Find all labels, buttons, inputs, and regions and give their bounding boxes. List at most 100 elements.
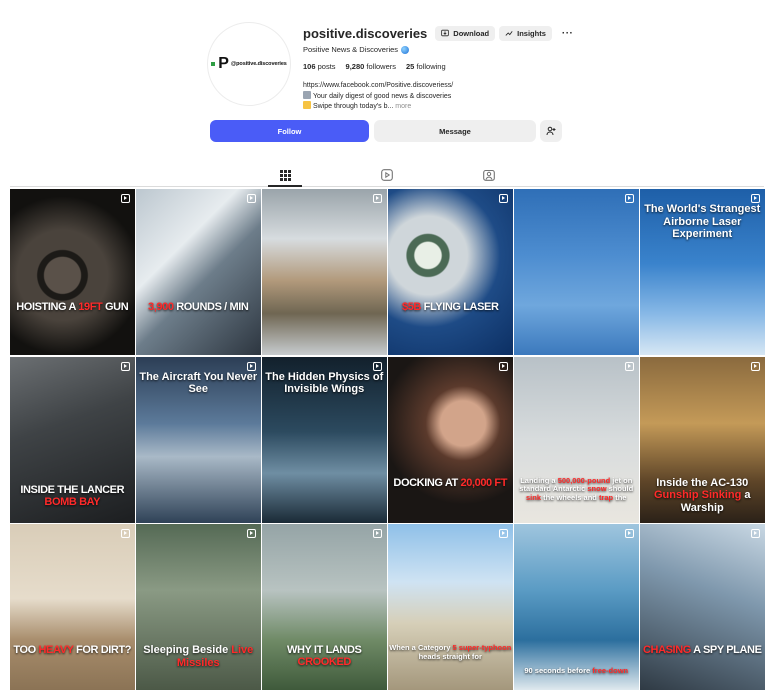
post-tile[interactable]: The Hidden Physics of Invisible Wings <box>262 356 387 523</box>
reel-icon <box>120 529 130 538</box>
post-tile[interactable]: Chasing a spy plane <box>640 524 765 690</box>
reel-icon <box>750 194 760 203</box>
display-name: Positive News & Discoveries <box>303 45 603 54</box>
caption-text: the <box>613 492 627 502</box>
following-count: 25 <box>406 62 415 71</box>
active-tab-indicator <box>268 185 302 187</box>
follow-button[interactable]: Follow <box>210 120 369 142</box>
post-tile[interactable]: Inside the AC-130 Gunship Sinking a Wars… <box>640 356 765 523</box>
logo-mark: P <box>218 55 229 72</box>
globe-icon <box>401 45 410 54</box>
post-tile[interactable] <box>262 189 387 355</box>
followers-count: 9,280 <box>345 62 365 71</box>
username: positive.discoveries <box>303 25 428 41</box>
caption-text: rounds / min <box>173 301 249 313</box>
caption-text: Inside the AC-130 <box>656 476 749 489</box>
post-tile[interactable]: 3,900 rounds / min <box>136 189 261 355</box>
post-tile[interactable]: Too heavy for dirt? <box>10 524 135 690</box>
newspaper-icon <box>303 90 311 99</box>
post-tile[interactable]: Landing a 500,000-pound jet on standard … <box>514 356 639 523</box>
reel-icon <box>498 361 508 371</box>
post-tile[interactable]: The World's Strangest Airborne Laser Exp… <box>640 189 765 355</box>
post-tile[interactable]: The Aircraft You Never See <box>136 356 261 523</box>
followers-label: followers <box>366 62 397 71</box>
caption-highlight: $5B <box>402 301 421 313</box>
reel-icon <box>120 361 130 371</box>
following-label: following <box>416 62 446 71</box>
caption-text: flying laser <box>420 301 499 313</box>
post-caption: Why it lands crooked <box>262 644 387 668</box>
following-stat[interactable]: 25 following <box>406 62 446 71</box>
avatar-handle: @positive.discoveries <box>230 61 287 67</box>
post-grid: Hoisting a 19ft gun 3,900 rounds / min $5B… <box>10 189 765 690</box>
reel-icon <box>372 529 382 538</box>
post-caption: The World's Strangest Airborne Laser Exp… <box>640 203 765 241</box>
post-tile[interactable] <box>514 189 639 355</box>
tab-tagged[interactable] <box>482 168 496 182</box>
post-tile[interactable]: Docking at 20,000 ft <box>388 356 513 523</box>
caption-highlight: crooked <box>297 656 352 669</box>
post-tile[interactable]: Hoisting a 19ft gun <box>10 189 135 355</box>
posts-label: posts <box>317 62 336 71</box>
reel-icon <box>624 361 634 371</box>
caption-text: the wheels and <box>541 492 599 502</box>
message-button[interactable]: Message <box>374 120 536 142</box>
post-tile[interactable]: Why it lands crooked <box>262 524 387 690</box>
caption-text: The World's Strangest Airborne Laser Exp… <box>644 203 761 241</box>
reel-icon <box>246 361 256 371</box>
reel-icon <box>372 361 382 371</box>
caption-highlight: 3,900 <box>148 301 174 313</box>
reel-icon <box>498 194 508 203</box>
caption-text: Inside the Lancer <box>20 484 125 497</box>
pointing-hand-icon <box>303 101 311 109</box>
insights-icon <box>505 31 513 36</box>
reel-icon <box>246 194 256 203</box>
posts-count: 106 <box>303 62 316 71</box>
tab-reels[interactable] <box>380 168 394 182</box>
suggested-accounts-button[interactable] <box>540 120 562 142</box>
display-name-text: Positive News & Discoveries <box>303 45 399 54</box>
caption-text: 90 seconds before <box>524 666 593 676</box>
followers-stat[interactable]: 9,280 followers <box>346 62 396 71</box>
caption-text: gun <box>102 301 129 313</box>
reel-icon <box>624 529 634 538</box>
posts-stat[interactable]: 106 posts <box>303 62 336 71</box>
tabs-divider <box>10 186 764 187</box>
post-caption: Sleeping Beside Live Missiles <box>136 644 261 669</box>
caption-text: Sleeping Beside <box>143 644 232 656</box>
caption-text: Too <box>13 644 39 656</box>
caption-text: heads straight for <box>418 651 482 661</box>
caption-highlight: Chasing <box>642 644 691 656</box>
post-tile[interactable]: Inside the Lancer bomb bay <box>10 356 135 523</box>
caption-highlight: 19ft <box>78 301 103 313</box>
bio-more-link[interactable]: more <box>395 103 411 110</box>
download-icon <box>441 29 450 37</box>
reel-icon <box>498 529 508 538</box>
caption-highlight: heavy <box>38 644 74 656</box>
post-caption: $5B flying laser <box>388 301 513 313</box>
post-caption: Chasing a spy plane <box>640 644 765 656</box>
reel-icon <box>372 194 382 203</box>
tab-posts[interactable] <box>278 168 292 182</box>
caption-text: a spy plane <box>690 644 762 656</box>
caption-text: Why it lands <box>287 644 362 656</box>
post-tile[interactable]: When a Category 5 super-typhoon heads st… <box>388 524 513 690</box>
post-caption: Docking at 20,000 ft <box>388 477 513 489</box>
post-caption: 90 seconds before free-down <box>514 667 639 676</box>
profile-info: positive.discoveries Download Insights ·… <box>303 24 603 112</box>
caption-highlight: trap <box>598 492 614 502</box>
download-button[interactable]: Download <box>435 25 496 41</box>
post-caption: Too heavy for dirt? <box>10 644 135 656</box>
post-caption: Inside the AC-130 Gunship Sinking a Wars… <box>640 477 765 515</box>
insights-button[interactable]: Insights <box>499 25 552 41</box>
caption-highlight: Gunship <box>653 489 699 502</box>
reels-icon <box>381 169 393 181</box>
more-options-icon[interactable]: ··· <box>562 28 574 39</box>
post-tile[interactable]: Sleeping Beside Live Missiles <box>136 524 261 690</box>
post-tile[interactable]: $5B flying laser <box>388 189 513 355</box>
post-tile[interactable]: 90 seconds before free-down <box>514 524 639 690</box>
tagged-icon <box>483 169 495 181</box>
bio-link[interactable]: https://www.facebook.com/Positive.discov… <box>303 81 603 91</box>
avatar-logo: P @positive.discoveries <box>211 56 287 72</box>
profile-avatar[interactable]: P @positive.discoveries <box>207 22 291 106</box>
